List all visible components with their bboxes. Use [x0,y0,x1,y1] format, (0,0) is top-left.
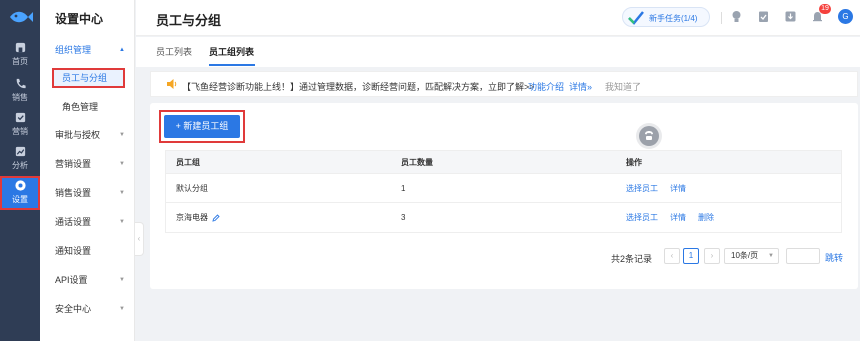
caret-down-icon: ▼ [119,132,125,138]
menu-item-approval[interactable]: 审批与授权 ▼ [40,124,135,146]
logo-icon [10,11,33,23]
table-row: 京海电器 3 选择员工 详情 删除 [166,203,841,232]
rail-item-analysis[interactable]: 分析 [0,142,40,176]
top-header: 员工与分组 新手任务(1/4) 19 G [136,0,860,36]
rail-item-home[interactable]: 首页 [0,38,40,72]
rail-label-settings: 设置 [12,195,28,204]
menu-item-security-label: 安全中心 [55,304,92,314]
phone-icon [645,131,653,140]
caret-down-icon: ▼ [119,161,125,167]
header-divider [721,12,722,24]
tab-group-list[interactable]: 员工组列表 [209,45,254,58]
table-row: 默认分组 1 选择员工 详情 [166,174,841,203]
col-header-group: 员工组 [176,157,200,167]
page-number-button[interactable]: 1 [683,248,699,264]
rail-label-marketing: 营销 [12,127,28,136]
notification-badge: 19 [819,4,831,14]
page-size-select[interactable]: 10条/页 ▼ [724,248,779,264]
clipboard-icon[interactable] [757,10,770,23]
notice-text: 【飞鱼经营诊断功能上线！】通过管理数据，诊断经营问题，匹配解决方案，立即了解>> [182,82,535,92]
notice-link-intro[interactable]: 功能介绍 [528,80,564,93]
checkmark-icon [628,11,644,25]
caret-down-icon: ▼ [119,277,125,283]
notice-bar: 【飞鱼经营诊断功能上线！】通过管理数据，诊断经营问题，匹配解决方案，立即了解>>… [150,71,858,97]
detail-link[interactable]: 详情 [670,183,686,194]
avatar[interactable]: G [838,9,853,24]
active-tab-indicator [209,64,255,66]
col-header-count: 员工数量 [401,157,433,167]
newbie-task-button[interactable]: 新手任务(1/4) [622,7,710,27]
group-name: 京海电器 [176,213,208,222]
left-rail: 首页 销售 营销 分析 设置 [0,0,40,341]
download-icon[interactable] [784,10,797,23]
group-table: 员工组 员工数量 操作 默认分组 1 选择员工 详情 京海电器 3 选择员工 详… [165,150,842,233]
select-staff-link[interactable]: 选择员工 [626,183,658,194]
notice-link-detail[interactable]: 详情» [569,80,592,93]
newbie-task-label: 新手任务(1/4) [649,14,698,23]
menu-item-marketing-label: 营销设置 [55,159,92,169]
menu-item-call[interactable]: 通话设置 ▼ [40,211,135,233]
prev-page-button[interactable]: ‹ [664,248,680,264]
cell-count: 1 [401,183,406,193]
lightbulb-icon[interactable] [730,10,743,23]
menu-title: 设置中心 [55,12,104,26]
group-list-panel: + 新建员工组 员工组 员工数量 操作 默认分组 1 选择员工 详情 京海电器 … [150,103,858,289]
phone-icon [16,78,26,89]
menu-item-approval-label: 审批与授权 [55,130,101,140]
chevron-down-icon: ▼ [768,253,774,259]
tab-staff-list[interactable]: 员工列表 [156,45,192,58]
marketing-icon [15,112,25,123]
menu-subitem-staff-groups[interactable]: 员工与分组 [52,68,125,88]
settings-menu: 设置中心 组织管理 ▲ 员工与分组 角色管理 审批与授权 ▼ 营销设置 ▼ 销售… [40,0,135,341]
cell-group: 京海电器 [176,203,220,232]
notice-dismiss-button[interactable]: 我知道了 [605,80,641,93]
menu-item-sales[interactable]: 销售设置 ▼ [40,182,135,204]
rail-label-sales: 销售 [12,93,28,102]
col-header-actions: 操作 [626,157,642,167]
rail-item-settings[interactable]: 设置 [0,176,40,210]
caret-down-icon: ▼ [119,306,125,312]
rail-item-marketing[interactable]: 营销 [0,108,40,142]
menu-item-api[interactable]: API设置 ▼ [40,269,135,291]
collapse-menu-handle[interactable]: ‹ [135,222,144,256]
menu-item-org[interactable]: 组织管理 ▲ [40,39,135,61]
menu-item-sales-label: 销售设置 [55,188,92,198]
page-jump-input[interactable] [786,248,820,264]
menu-item-notify[interactable]: 通知设置 [40,240,135,262]
detail-link[interactable]: 详情 [670,212,686,223]
tab-bar: 员工列表 员工组列表 [136,37,860,67]
page-size-value: 10条/页 [731,251,759,260]
menu-subitem-roles[interactable]: 角色管理 [62,97,122,117]
caret-down-icon: ▼ [119,219,125,225]
add-group-button[interactable]: + 新建员工组 [164,115,240,138]
cell-count: 3 [401,213,406,222]
menu-item-api-label: API设置 [55,275,88,285]
home-icon [15,42,25,53]
chart-icon [15,146,25,157]
cell-actions: 选择员工 详情 [626,174,698,202]
page-title: 员工与分组 [156,13,222,28]
gear-icon [14,180,26,191]
cell-group: 默认分组 [176,183,208,193]
menu-item-marketing[interactable]: 营销设置 ▼ [40,153,135,175]
floating-phone-button[interactable] [639,126,659,146]
rail-item-sales[interactable]: 销售 [0,74,40,108]
next-page-button[interactable]: › [704,248,720,264]
jump-button[interactable]: 跳转 [825,251,843,264]
select-staff-link[interactable]: 选择员工 [626,212,658,223]
total-records: 共2条记录 [611,254,653,264]
menu-item-notify-label: 通知设置 [55,246,92,256]
menu-item-org-label: 组织管理 [55,45,92,55]
rail-label-home: 首页 [12,57,28,66]
table-header: 员工组 员工数量 操作 [166,151,841,174]
delete-link[interactable]: 删除 [698,212,714,223]
menu-item-security[interactable]: 安全中心 ▼ [40,298,135,320]
menu-item-call-label: 通话设置 [55,217,92,227]
speaker-icon [167,79,177,89]
rail-label-analysis: 分析 [12,161,28,170]
caret-up-icon: ▲ [119,47,125,53]
caret-down-icon: ▼ [119,190,125,196]
cell-actions: 选择员工 详情 删除 [626,203,726,232]
edit-icon[interactable] [212,213,220,222]
